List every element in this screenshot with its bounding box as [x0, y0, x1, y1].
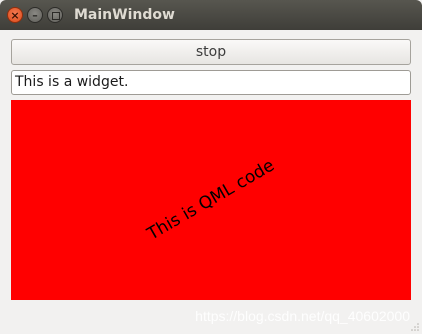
main-window: × – MainWindow stop This is a widget. Th…	[0, 0, 422, 334]
widget-text-field[interactable]: This is a widget.	[11, 70, 411, 95]
title-bar[interactable]: × – MainWindow	[0, 0, 422, 30]
window-title: MainWindow	[74, 7, 175, 23]
qml-view: This is QML code	[11, 100, 411, 300]
maximize-icon[interactable]	[47, 7, 63, 23]
qml-rotated-text: This is QML code	[144, 155, 278, 245]
stop-button[interactable]: stop	[11, 39, 411, 65]
minimize-icon[interactable]: –	[27, 7, 43, 23]
watermark-text: https://blog.csdn.net/qq_40602000	[195, 308, 410, 324]
close-icon[interactable]: ×	[7, 7, 23, 23]
resize-grip-icon[interactable]	[410, 322, 420, 332]
